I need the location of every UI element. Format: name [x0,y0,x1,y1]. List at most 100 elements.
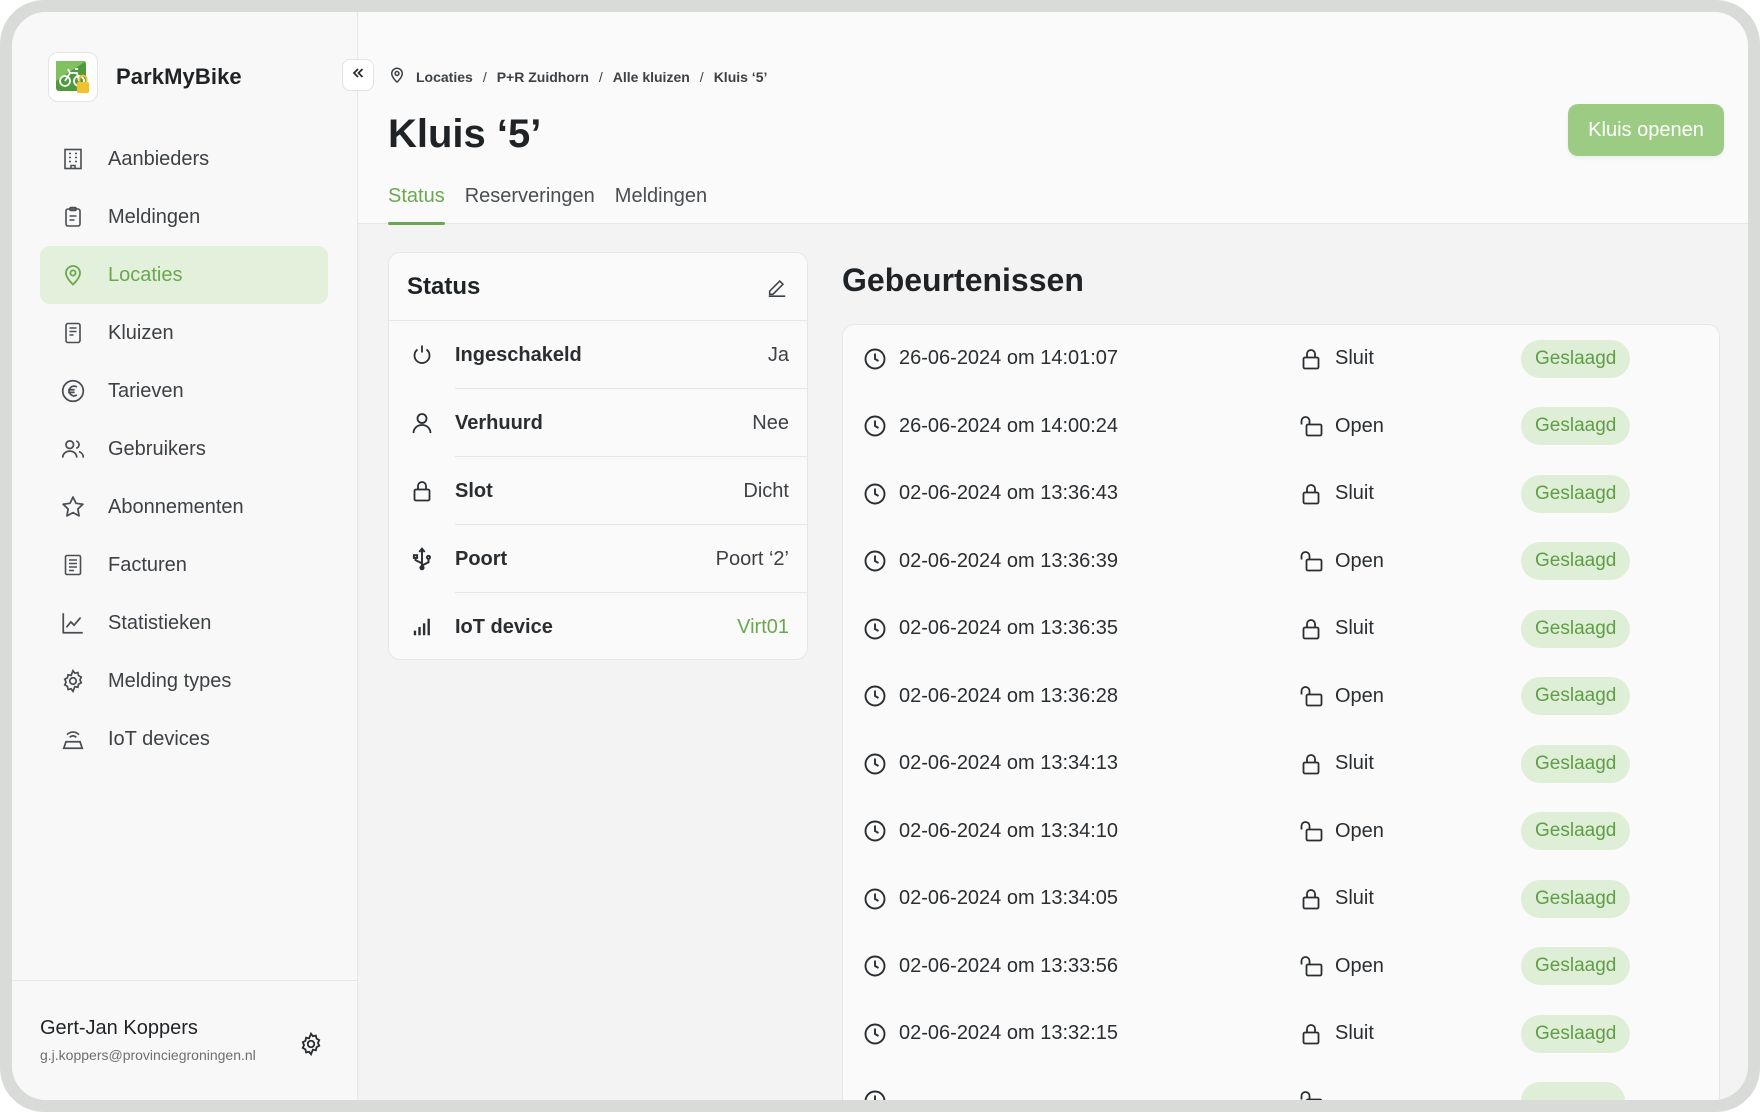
event-row: 02-06-2024 om 13:34:13 Sluit Geslaagd [843,730,1719,798]
settings-gear-icon[interactable] [296,1029,326,1059]
lock-icon [1297,1020,1325,1048]
star-icon [58,492,88,522]
sidebar-item-label: Meldingen [108,205,201,228]
event-row: 02-06-2024 om 13:32:15 Sluit Geslaagd [843,1000,1719,1068]
tab-reserveringen[interactable]: Reserveringen [465,182,595,224]
clock-icon [861,885,889,913]
sidebar-item-label: Locaties [108,263,183,286]
status-badge [1521,1082,1625,1100]
event-row: 26-06-2024 om 14:01:07 Sluit Geslaagd [843,325,1719,393]
event-action: Sluit [1335,887,1374,910]
event-datetime: 02-06-2024 om 13:33:56 [899,954,1119,977]
status-badge: Geslaagd [1521,542,1631,581]
chart-line-icon [58,608,88,638]
person-icon [407,408,437,438]
sidebar-item-label: Aanbieders [108,147,210,170]
clock-icon [861,615,889,643]
lock-open-icon [1297,412,1325,440]
breadcrumb-location[interactable]: P+R Zuidhorn [497,69,589,85]
event-action: Sluit [1335,347,1374,370]
sidebar-item-gebruikers[interactable]: Gebruikers [40,420,328,478]
event-row: 02-06-2024 om 13:34:05 Sluit Geslaagd [843,865,1719,933]
lock-icon [1297,480,1325,508]
event-datetime: 02-06-2024 om 13:34:13 [899,752,1119,775]
sidebar-item-facturen[interactable]: Facturen [40,536,328,594]
status-card-title: Status [407,272,481,300]
event-action: Open [1335,684,1384,707]
status-badge: Geslaagd [1521,879,1631,918]
user-name: Gert-Jan Koppers [40,1017,198,1039]
sidebar-item-aanbieders[interactable]: Aanbieders [40,130,328,188]
status-badge: Geslaagd [1521,677,1631,716]
event-action: Open [1335,954,1384,977]
main-content: Locaties / P+R Zuidhorn / Alle kluizen /… [358,12,1748,1100]
event-row: 26-06-2024 om 14:00:24 Open Geslaagd [843,393,1719,461]
collapse-sidebar-button[interactable] [342,59,374,91]
status-row-iot-device: IoT device Virt01 [389,593,807,659]
event-datetime: 02-06-2024 om 13:36:28 [899,684,1119,707]
euro-icon [58,376,88,406]
event-action: Open [1335,819,1384,842]
brand: ParkMyBike [48,52,242,102]
status-key: Ingeschakeld [455,343,582,366]
clock-icon [861,682,889,710]
event-row: 02-06-2024 om 13:36:28 Open Geslaagd [843,663,1719,731]
event-datetime: 02-06-2024 om 13:34:05 [899,887,1119,910]
status-value: Poort ‘2’ [715,547,789,570]
invoice-icon [58,550,88,580]
lock-open-icon [1297,682,1325,710]
sidebar-item-label: Abonnementen [108,495,244,518]
iot-device-link[interactable]: Virt01 [737,616,789,639]
sidebar-item-melding-types[interactable]: Melding types [40,652,328,710]
sidebar-item-label: Statistieken [108,611,212,634]
sidebar-item-label: Facturen [108,553,187,576]
event-action: Sluit [1335,617,1374,640]
events-list: 26-06-2024 om 14:01:07 Sluit Geslaagd 26-06… [842,324,1720,1100]
sidebar-item-label: Kluizen [108,321,174,344]
breadcrumb: Locaties / P+R Zuidhorn / Alle kluizen /… [388,66,767,87]
sidebar-item-iot-devices[interactable]: IoT devices [40,710,328,768]
building-icon [58,144,88,174]
status-value: Nee [752,411,789,434]
lock-icon [407,476,437,506]
sidebar-item-locaties[interactable]: Locaties [40,246,328,304]
locker-icon [58,318,88,348]
clock-icon [861,547,889,575]
breadcrumb-current: Kluis ‘5’ [713,68,768,85]
clock-icon [861,412,889,440]
user-email: g.j.koppers@provinciegroningen.nl [40,1047,256,1063]
event-row: 02-06-2024 om 13:36:35 Sluit Geslaagd [843,595,1719,663]
sidebar-item-label: Melding types [108,669,232,692]
app-screen: ParkMyBike Aanbieders Meldingen Locaties [12,12,1748,1100]
tab-status[interactable]: Status [388,182,445,225]
status-key: IoT device [455,615,553,638]
status-badge: Geslaagd [1521,609,1631,648]
lock-open-icon [1297,547,1325,575]
edit-pencil-icon[interactable] [763,273,791,301]
lock-icon [1297,885,1325,913]
event-action: Sluit [1335,482,1374,505]
status-row-ingeschakeld: Ingeschakeld Ja [389,321,807,389]
clock-icon [861,750,889,778]
app-name: ParkMyBike [116,64,242,89]
open-locker-button[interactable]: Kluis openen [1568,104,1724,156]
status-badge: Geslaagd [1521,339,1631,378]
gear-icon [58,666,88,696]
sidebar-item-tarieven[interactable]: Tarieven [40,362,328,420]
status-row-poort: Poort Poort ‘2’ [389,525,807,593]
breadcrumb-all-lockers[interactable]: Alle kluizen [613,69,690,85]
sidebar-item-meldingen[interactable]: Meldingen [40,188,328,246]
event-action: Open [1335,549,1384,572]
sidebar-item-abonnementen[interactable]: Abonnementen [40,478,328,536]
status-row-verhuurd: Verhuurd Nee [389,389,807,457]
iot-device-icon [58,724,88,754]
clock-icon [861,952,889,980]
tab-meldingen[interactable]: Meldingen [615,182,707,224]
sidebar-item-statistieken[interactable]: Statistieken [40,594,328,652]
clock-icon [861,1087,889,1100]
status-value: Ja [767,343,789,366]
lock-open-icon [1297,817,1325,845]
usb-port-icon [407,544,437,574]
breadcrumb-locaties[interactable]: Locaties [416,69,473,85]
sidebar-item-kluizen[interactable]: Kluizen [40,304,328,362]
